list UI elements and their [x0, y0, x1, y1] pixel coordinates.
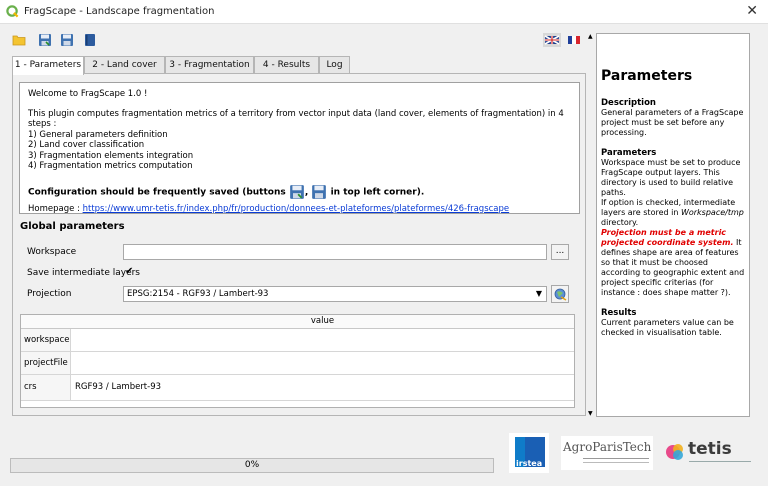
help-panel: Parameters Description General parameter…: [596, 33, 750, 417]
scroll-up-icon[interactable]: ▲: [588, 33, 593, 40]
save-as-icon[interactable]: [38, 33, 52, 47]
tab-log[interactable]: Log: [319, 56, 350, 74]
close-icon[interactable]: ✕: [746, 3, 758, 19]
title-bar: FragScape - Landscape fragmentation ✕: [0, 0, 768, 24]
help-results-heading: Results: [601, 308, 637, 318]
table-cell: RGF93 / Lambert-93: [75, 382, 162, 392]
step-3: 3) Fragmentation elements integration: [28, 150, 194, 161]
save-note: Configuration should be frequently saved…: [28, 184, 571, 200]
english-flag-icon[interactable]: [543, 33, 561, 47]
crs-selector-icon[interactable]: [551, 285, 569, 303]
projection-warning: Projection must be a metric projected co…: [601, 228, 734, 247]
save-layers-checkbox[interactable]: ✔: [125, 267, 136, 278]
homepage-line: Homepage : https://www.umr-tetis.fr/inde…: [28, 203, 510, 214]
help-description-text: General parameters of a FragScape projec…: [601, 108, 744, 137]
step-2: 2) Land cover classification: [28, 140, 145, 150]
help-parameters-text-2: If option is checked, intermediate layer…: [601, 198, 744, 227]
projection-select[interactable]: EPSG:2154 - RGF93 / Lambert-93 ▼: [123, 286, 547, 302]
scroll-down-icon[interactable]: ▼: [588, 410, 593, 417]
row-header: projectFile: [21, 352, 71, 374]
tab-land-cover[interactable]: 2 - Land cover: [84, 56, 165, 74]
save-layers-label: Save intermediate layers: [27, 268, 140, 278]
workspace-input[interactable]: [123, 244, 547, 260]
global-parameters-title: Global parameters: [20, 221, 125, 232]
tetis-logo: tetis: [664, 437, 754, 469]
value-column-header: value: [310, 316, 335, 326]
row-header: workspace: [21, 329, 71, 351]
qgis-icon: [6, 5, 19, 18]
tab-fragmentation[interactable]: 3 - Fragmentation: [165, 56, 254, 74]
projection-label: Projection: [27, 289, 72, 299]
table-header: value: [21, 315, 574, 329]
browse-button[interactable]: ...: [551, 244, 569, 260]
progress-bar: 0%: [10, 458, 494, 473]
window-title: FragScape - Landscape fragmentation: [24, 6, 215, 17]
panel-scrollbar[interactable]: ▲ ▼: [586, 33, 596, 417]
help-parameters-text-3: Projection must be a metric projected co…: [601, 228, 745, 297]
welcome-text: Welcome to FragScape 1.0 !: [28, 89, 148, 99]
step-4: 4) Fragmentation metrics computation: [28, 161, 193, 171]
agroparistech-logo: AgroParisTech: [561, 436, 653, 470]
save-icon: [312, 184, 327, 199]
intro-description: This plugin computes fragmentation metri…: [28, 108, 564, 130]
table-row[interactable]: projectFile: [21, 352, 574, 375]
save-icon[interactable]: [60, 33, 74, 47]
step-1: 1) General parameters definition: [28, 129, 168, 140]
help-parameters-heading: Parameters: [601, 148, 657, 158]
help-title: Parameters: [601, 68, 693, 84]
parameters-panel: Welcome to FragScape 1.0 ! This plugin c…: [12, 73, 586, 416]
open-folder-icon[interactable]: [12, 33, 26, 47]
help-parameters-text-1: Workspace must be set to produce FragSca…: [601, 158, 741, 197]
tab-results[interactable]: 4 - Results: [254, 56, 319, 74]
table-row[interactable]: crs RGF93 / Lambert-93: [21, 375, 574, 401]
table-row[interactable]: workspace: [21, 329, 574, 352]
irstea-logo: irstea: [509, 433, 549, 473]
save-as-icon: [290, 184, 304, 199]
row-header: crs: [21, 375, 71, 400]
workspace-label: Workspace: [27, 247, 77, 257]
parameters-table: value workspace projectFile crs RGF93 / …: [20, 314, 575, 408]
tetis-logo-graphic: [666, 444, 683, 460]
intro-box: Welcome to FragScape 1.0 ! This plugin c…: [19, 82, 580, 214]
help-description-heading: Description: [601, 98, 656, 108]
chevron-down-icon: ▼: [535, 289, 542, 298]
help-results-text: Current parameters value can be checked …: [601, 318, 734, 337]
french-flag-icon[interactable]: [565, 33, 583, 47]
help-book-icon[interactable]: [83, 33, 97, 47]
tab-parameters[interactable]: 1 - Parameters: [12, 56, 84, 75]
homepage-link[interactable]: https://www.umr-tetis.fr/index.php/fr/pr…: [83, 204, 510, 214]
